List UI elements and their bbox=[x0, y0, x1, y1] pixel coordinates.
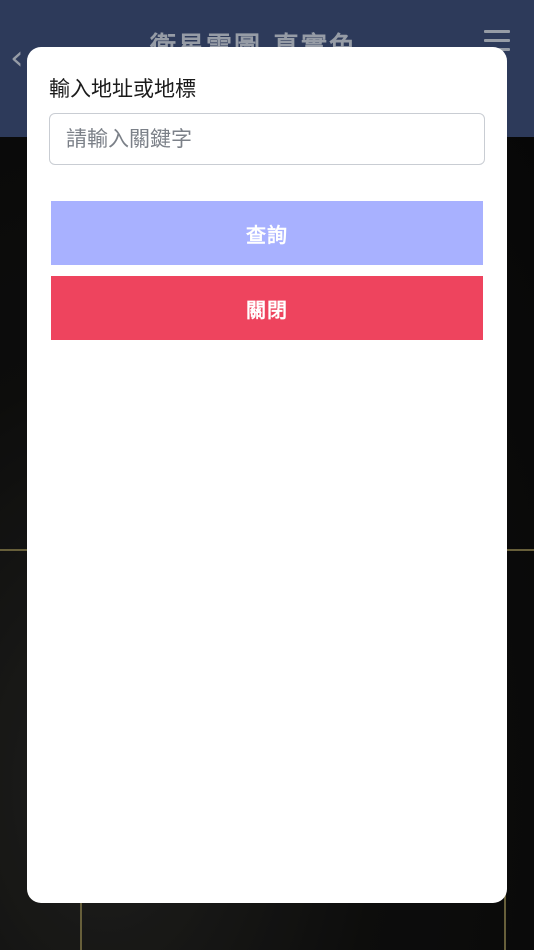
search-button[interactable]: 查詢 bbox=[51, 201, 483, 265]
search-input[interactable] bbox=[49, 113, 485, 165]
search-dialog: 輸入地址或地標 查詢 關閉 bbox=[27, 47, 507, 903]
close-button[interactable]: 關閉 bbox=[51, 276, 483, 340]
app-root: ‹ 衛星雲圖 真實色 輸入地址或地標 查詢 關閉 bbox=[0, 0, 534, 950]
address-label: 輸入地址或地標 bbox=[49, 77, 196, 101]
